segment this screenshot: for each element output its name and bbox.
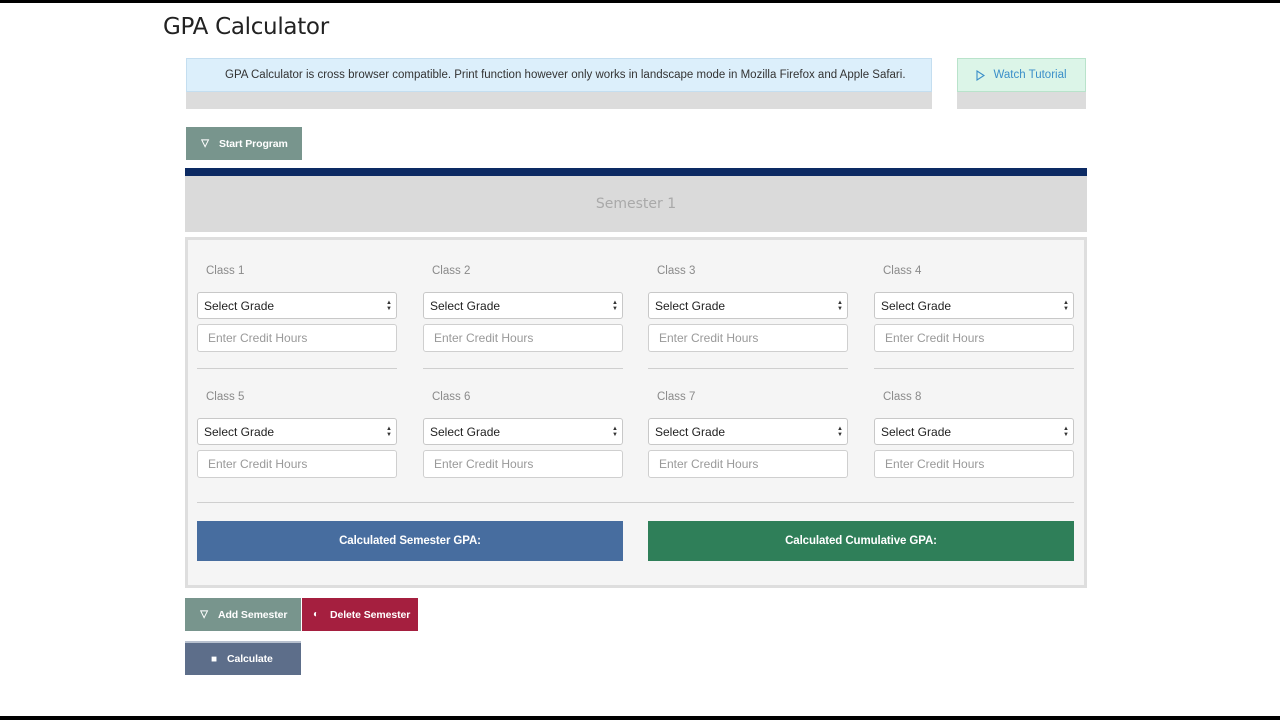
- grade-select[interactable]: Select Grade ▲ ▼: [197, 418, 397, 445]
- class-block: Class 1 Select Grade ▲ ▼ Enter Credit Hour…: [197, 265, 397, 352]
- delete-semester-button[interactable]: ◐ Delete Semester: [302, 598, 418, 631]
- class-block: Class 5 Select Grade ▲ ▼ Enter Credit Hour…: [197, 391, 397, 478]
- compatibility-notice: GPA Calculator is cross browser compatib…: [186, 58, 932, 109]
- grade-select-value: Select Grade: [430, 424, 501, 439]
- grade-select-value: Select Grade: [204, 424, 275, 439]
- credit-hours-input[interactable]: Enter Credit Hours: [648, 324, 848, 352]
- grade-select[interactable]: Select Grade ▲ ▼: [197, 292, 397, 319]
- credit-hours-input[interactable]: Enter Credit Hours: [648, 450, 848, 478]
- grade-select-value: Select Grade: [430, 298, 501, 313]
- class-label: Class 7: [657, 391, 696, 403]
- credit-hours-input[interactable]: Enter Credit Hours: [874, 450, 1074, 478]
- grade-select[interactable]: Select Grade ▲ ▼: [423, 292, 623, 319]
- select-arrows-icon: ▲ ▼: [1063, 299, 1069, 312]
- half-circle-icon: ◐: [313, 609, 319, 620]
- semester-gpa-result: Calculated Semester GPA:: [197, 521, 623, 561]
- select-arrows-icon: ▲ ▼: [1063, 425, 1069, 438]
- class-block: Class 7 Select Grade ▲ ▼ Enter Credit Hour…: [648, 391, 848, 478]
- grade-select-value: Select Grade: [655, 424, 726, 439]
- select-arrows-icon: ▲ ▼: [612, 299, 618, 312]
- class-block: Class 4 Select Grade ▲ ▼ Enter Credit Hour…: [874, 265, 1074, 352]
- class-label: Class 5: [206, 391, 245, 403]
- page: GPA Calculator GPA Calculator is cross b…: [0, 3, 1280, 716]
- add-semester-button[interactable]: ▽ Add Semester: [185, 598, 301, 631]
- calculate-label: Calculate: [227, 653, 273, 665]
- class-block: Class 6 Select Grade ▲ ▼ Enter Credit Hour…: [423, 391, 623, 478]
- grade-select-value: Select Grade: [881, 298, 952, 313]
- class-label: Class 4: [883, 265, 922, 277]
- semester-title: Semester 1: [185, 176, 1087, 232]
- grade-select-value: Select Grade: [204, 298, 275, 313]
- select-arrows-icon: ▲ ▼: [837, 425, 843, 438]
- select-arrows-icon: ▲ ▼: [612, 425, 618, 438]
- select-arrows-icon: ▲ ▼: [837, 299, 843, 312]
- triangle-down-icon: ▽: [201, 138, 209, 149]
- credit-hours-input[interactable]: Enter Credit Hours: [197, 324, 397, 352]
- credit-hours-input[interactable]: Enter Credit Hours: [423, 324, 623, 352]
- watch-tutorial-box: Watch Tutorial: [957, 58, 1086, 109]
- square-icon: ■: [211, 653, 217, 665]
- class-block: Class 3 Select Grade ▲ ▼ Enter Credit Hour…: [648, 265, 848, 352]
- divider: [648, 368, 848, 369]
- watch-tutorial-button[interactable]: Watch Tutorial: [957, 58, 1086, 92]
- divider: [423, 368, 623, 369]
- divider: [197, 368, 397, 369]
- notice-text: GPA Calculator is cross browser compatib…: [186, 58, 932, 92]
- divider: [874, 368, 1074, 369]
- class-label: Class 1: [206, 265, 245, 277]
- grade-select[interactable]: Select Grade ▲ ▼: [648, 292, 848, 319]
- grade-select-value: Select Grade: [655, 298, 726, 313]
- credit-hours-input[interactable]: Enter Credit Hours: [423, 450, 623, 478]
- grade-select[interactable]: Select Grade ▲ ▼: [423, 418, 623, 445]
- delete-semester-label: Delete Semester: [330, 608, 411, 621]
- grade-select[interactable]: Select Grade ▲ ▼: [648, 418, 848, 445]
- page-title: GPA Calculator: [163, 14, 329, 40]
- cumulative-gpa-result: Calculated Cumulative GPA:: [648, 521, 1074, 561]
- semester-panel: Class 1 Select Grade ▲ ▼ Enter Credit Hour…: [185, 237, 1087, 588]
- class-block: Class 2 Select Grade ▲ ▼ Enter Credit Hour…: [423, 265, 623, 352]
- class-label: Class 3: [657, 265, 696, 277]
- add-semester-label: Add Semester: [218, 608, 288, 621]
- class-label: Class 8: [883, 391, 922, 403]
- credit-hours-input[interactable]: Enter Credit Hours: [197, 450, 397, 478]
- start-program-label: Start Program: [219, 137, 288, 150]
- divider: [197, 502, 1074, 503]
- triangle-down-icon: ▽: [200, 609, 208, 620]
- select-arrows-icon: ▲ ▼: [386, 425, 392, 438]
- play-outline-icon: [976, 69, 986, 81]
- grade-select[interactable]: Select Grade ▲ ▼: [874, 292, 1074, 319]
- class-label: Class 6: [432, 391, 471, 403]
- watch-tutorial-label: Watch Tutorial: [993, 69, 1067, 81]
- grade-select[interactable]: Select Grade ▲ ▼: [874, 418, 1074, 445]
- class-label: Class 2: [432, 265, 471, 277]
- calculate-button[interactable]: ■ Calculate: [185, 641, 301, 675]
- credit-hours-input[interactable]: Enter Credit Hours: [874, 324, 1074, 352]
- class-block: Class 8 Select Grade ▲ ▼ Enter Credit Hour…: [874, 391, 1074, 478]
- select-arrows-icon: ▲ ▼: [386, 299, 392, 312]
- semester-accent-bar: [185, 168, 1087, 176]
- start-program-button[interactable]: ▽ Start Program: [186, 127, 302, 160]
- grade-select-value: Select Grade: [881, 424, 952, 439]
